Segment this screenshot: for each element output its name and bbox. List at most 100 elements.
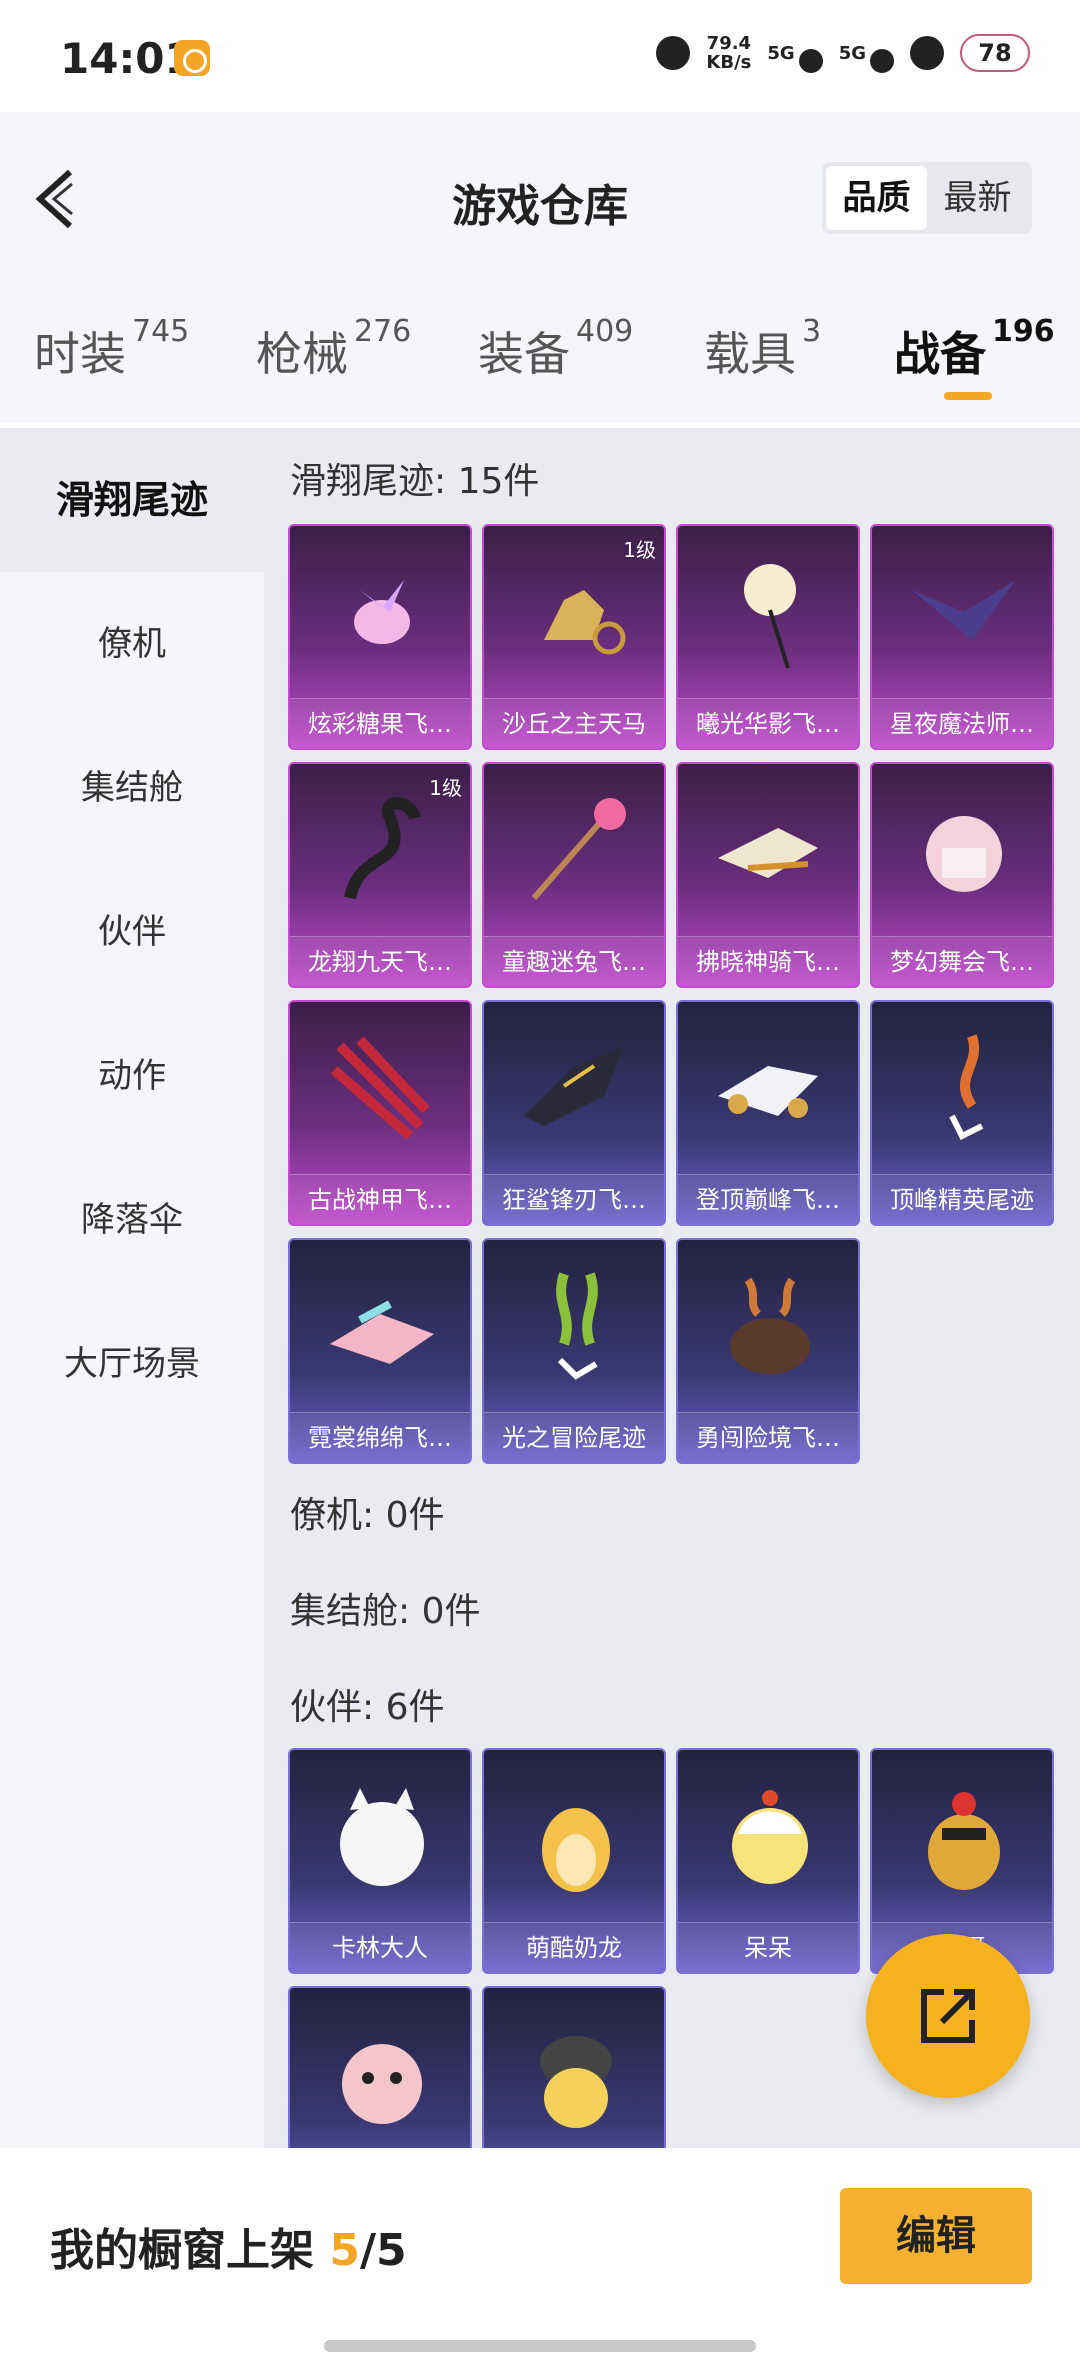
- item-list: 滑翔尾迹: 15件 炫彩糖果飞… 1级 沙丘之主天马 曦光华影飞… 星夜魔法师… 1级 龙翔…: [264, 428, 1080, 2148]
- home-indicator[interactable]: [324, 2340, 756, 2352]
- item-card[interactable]: 顶峰精英尾迹: [870, 1000, 1054, 1226]
- pink-plane-icon: [320, 1264, 444, 1388]
- item-name: 顶峰精英尾迹: [872, 1174, 1052, 1224]
- helmet-chick-icon: [514, 2012, 638, 2136]
- item-card[interactable]: [482, 1986, 666, 2148]
- item-card[interactable]: 霓裳绵绵飞…: [288, 1238, 472, 1464]
- battery-indicator: 78: [960, 34, 1030, 72]
- green-trail-icon: [514, 1264, 638, 1388]
- item-name: 卡林大人: [290, 1922, 470, 1972]
- item-card[interactable]: [288, 1986, 472, 2148]
- tab-vehicles[interactable]: 载具 3: [704, 314, 821, 384]
- item-name: 登顶巅峰飞…: [678, 1174, 858, 1224]
- item-name: 曦光华影飞…: [678, 698, 858, 748]
- item-card[interactable]: 卡林大人: [288, 1748, 472, 1974]
- item-card[interactable]: 古战神甲飞…: [288, 1000, 472, 1226]
- shark-glider-icon: [514, 1026, 638, 1150]
- mecha-wing-icon: [320, 1026, 444, 1150]
- sidebar-item-parachute[interactable]: 降落伞: [0, 1148, 264, 1292]
- sidebar-item-lobby-scene[interactable]: 大厅场景: [0, 1292, 264, 1436]
- tab-guns[interactable]: 枪械 276: [256, 314, 411, 384]
- pink-bird-icon: [320, 2012, 444, 2136]
- section-title-glide: 滑翔尾迹: 15件: [290, 461, 540, 502]
- item-card[interactable]: 呆呆: [676, 1748, 860, 1974]
- edit-button[interactable]: 编辑: [840, 2188, 1032, 2284]
- item-card[interactable]: 梦幻舞会飞…: [870, 762, 1054, 988]
- item-name: 勇闯险境飞…: [678, 1412, 858, 1462]
- level-badge: 1级: [623, 538, 656, 562]
- sidebar-item-emote[interactable]: 动作: [0, 1004, 264, 1148]
- item-name: 龙翔九天飞…: [290, 936, 470, 986]
- item-name: 拂晓神骑飞…: [678, 936, 858, 986]
- heart-wand-icon: [514, 788, 638, 912]
- active-tab-indicator: [944, 392, 992, 400]
- item-name: 萌酷奶龙: [484, 1922, 664, 1972]
- jet-glider-icon: [708, 1026, 832, 1150]
- item-card[interactable]: 萌酷奶龙: [482, 1748, 666, 1974]
- sidebar-item-glide-trail[interactable]: 滑翔尾迹: [0, 428, 264, 572]
- item-card[interactable]: 曦光华影飞…: [676, 524, 860, 750]
- item-card[interactable]: 光之冒险尾迹: [482, 1238, 666, 1464]
- app-notification-icon: [174, 40, 210, 76]
- level-badge: 1级: [429, 776, 462, 800]
- item-card[interactable]: 登顶巅峰飞…: [676, 1000, 860, 1226]
- dream-carriage-icon: [902, 788, 1026, 912]
- share-button[interactable]: [866, 1934, 1030, 2098]
- item-card[interactable]: 拂晓神骑飞…: [676, 762, 860, 988]
- item-name: 狂鲨锋刃飞…: [484, 1174, 664, 1224]
- section-title-partner: 伙伴: 6件: [290, 1687, 445, 1728]
- feather-wing-icon: [902, 550, 1026, 674]
- item-card[interactable]: 童趣迷兔飞…: [482, 762, 666, 988]
- sidebar-item-capsule[interactable]: 集结舱: [0, 716, 264, 860]
- item-name: 炫彩糖果飞…: [290, 698, 470, 748]
- dragon-icon: [320, 788, 444, 912]
- wifi-icon: [910, 36, 944, 70]
- yellow-dino-icon: [514, 1774, 638, 1898]
- chick-icon: [708, 1774, 832, 1898]
- candy-wing-icon: [320, 550, 444, 674]
- sort-newest-button[interactable]: 最新: [927, 166, 1028, 230]
- shelf-current-count: 5: [329, 2225, 360, 2276]
- section-title-capsule: 集结舱: 0件: [290, 1591, 481, 1632]
- item-name: 星夜魔法师…: [872, 698, 1052, 748]
- category-tabs: 时装 745 枪械 276 装备 409 载具 3 战备 196: [0, 314, 1080, 408]
- smoke-trail-icon: [902, 1026, 1026, 1150]
- item-card[interactable]: 勇闯险境飞…: [676, 1238, 860, 1464]
- item-name: 呆呆: [678, 1922, 858, 1972]
- item-card[interactable]: 狂鲨锋刃飞…: [482, 1000, 666, 1226]
- tab-combat-prep[interactable]: 战备 196: [894, 314, 1055, 384]
- item-name: 古战神甲飞…: [290, 1174, 470, 1224]
- sort-toggle: 品质 最新: [822, 162, 1032, 234]
- shelf-status: 我的橱窗上架 5/5: [50, 2225, 407, 2276]
- item-name: 梦幻舞会飞…: [872, 936, 1052, 986]
- external-link-icon: [921, 1989, 975, 2043]
- jetpack-icon: [708, 1264, 832, 1388]
- white-cat-icon: [320, 1774, 444, 1898]
- sim2-signal-icon: 5G: [839, 43, 895, 73]
- item-card[interactable]: 星夜魔法师…: [870, 524, 1054, 750]
- item-name: 沙丘之主天马: [484, 698, 664, 748]
- pegasus-chariot-icon: [514, 550, 638, 674]
- sidebar-item-wingman[interactable]: 僚机: [0, 572, 264, 716]
- item-name: 霓裳绵绵飞…: [290, 1412, 470, 1462]
- tab-equipment[interactable]: 装备 409: [478, 314, 633, 384]
- status-icons: 79.4 KB/s 5G 5G 78: [656, 33, 1030, 73]
- rooster-icon: [902, 1774, 1026, 1898]
- tab-fashion[interactable]: 时装 745: [34, 314, 189, 384]
- sim1-signal-icon: 5G: [767, 43, 824, 73]
- alarm-icon: [656, 36, 691, 70]
- item-name: 光之冒险尾迹: [484, 1412, 664, 1462]
- item-card[interactable]: 1级龙翔九天飞…: [288, 762, 472, 988]
- status-bar: 14:01 79.4 KB/s 5G 5G 78: [0, 0, 1080, 112]
- network-speed: 79.4 KB/s: [706, 33, 752, 73]
- flower-glider-icon: [708, 550, 832, 674]
- item-card[interactable]: 炫彩糖果飞…: [288, 524, 472, 750]
- section-title-wingman: 僚机: 0件: [290, 1495, 445, 1536]
- sort-quality-button[interactable]: 品质: [826, 166, 927, 230]
- item-card[interactable]: 1级沙丘之主天马: [482, 524, 666, 750]
- glide-grid: 炫彩糖果飞… 1级 沙丘之主天马 曦光华影飞… 星夜魔法师… 1级 龙翔九天飞… 童趣迷兔飞……: [288, 524, 1054, 1464]
- item-name: 童趣迷兔飞…: [484, 936, 664, 986]
- sidebar: 滑翔尾迹 僚机 集结舱 伙伴 动作 降落伞 大厅场景: [0, 428, 264, 2148]
- sidebar-item-partner[interactable]: 伙伴: [0, 860, 264, 1004]
- hover-bike-icon: [708, 788, 832, 912]
